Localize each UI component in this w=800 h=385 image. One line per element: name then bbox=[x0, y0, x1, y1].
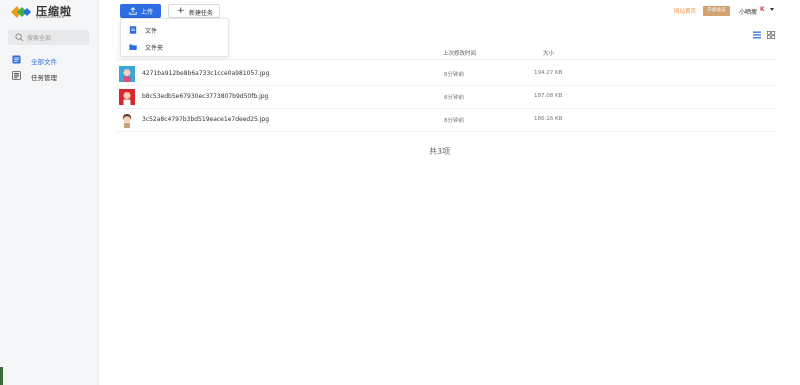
file-name: 3c52a8c4797b3bd519eace1e7deed25.jpg bbox=[142, 116, 270, 123]
file-size: 187.08 KB bbox=[534, 93, 563, 99]
table-row[interactable]: b8c53edb5e67930ec3773807b9d50fb.jpg 8分钟前… bbox=[116, 86, 776, 109]
file-size: 194.27 KB bbox=[534, 70, 563, 76]
sidebar-item-tasks[interactable]: 任务管理 bbox=[0, 68, 98, 84]
file-list-icon bbox=[12, 55, 21, 64]
logo-domain: yasuola.com bbox=[36, 15, 65, 20]
file-modified: 8分钟前 bbox=[444, 72, 464, 78]
plus-icon: + bbox=[177, 6, 185, 16]
window-edge bbox=[0, 367, 3, 385]
file-modified: 8分钟前 bbox=[444, 118, 464, 124]
new-task-button[interactable]: + 新建任务 bbox=[168, 4, 220, 18]
file-name: 4271ba912be8b6a733c1cce0a981057.jpg bbox=[142, 70, 270, 77]
chevron-down-icon[interactable] bbox=[770, 8, 774, 11]
image-thumbnail bbox=[119, 89, 135, 105]
column-size[interactable]: 大小 bbox=[543, 49, 554, 57]
total-count: 共3项 bbox=[429, 147, 451, 156]
new-task-label: 新建任务 bbox=[189, 10, 214, 17]
image-thumbnail bbox=[119, 66, 135, 82]
grid-view-icon[interactable] bbox=[767, 31, 775, 39]
list-view-icon[interactable] bbox=[753, 31, 761, 39]
logo-icon bbox=[11, 6, 31, 18]
menu-item-label: 文件 bbox=[145, 28, 158, 35]
column-modified[interactable]: 上次修改时间 bbox=[443, 49, 476, 57]
upload-icon bbox=[129, 7, 137, 15]
menu-item-label: 文件夹 bbox=[145, 45, 164, 52]
file-modified: 8分钟前 bbox=[444, 95, 464, 101]
logo[interactable]: 压缩啦 yasuola.com bbox=[11, 4, 91, 22]
sidebar: 压缩啦 yasuola.com 搜索全部 全部文件 任务管理 bbox=[0, 0, 99, 385]
user-badge: K bbox=[760, 6, 765, 13]
task-icon bbox=[12, 71, 21, 80]
image-thumbnail bbox=[119, 112, 135, 128]
search-icon bbox=[15, 33, 24, 42]
file-icon bbox=[129, 26, 137, 34]
upload-label: 上传 bbox=[141, 9, 154, 16]
sidebar-item-label: 全部文件 bbox=[31, 58, 57, 66]
upload-button[interactable]: 上传 bbox=[120, 4, 161, 18]
user-name[interactable]: 小晒瘦 bbox=[739, 7, 757, 16]
file-name: b8c53edb5e67930ec3773807b9d50fb.jpg bbox=[142, 93, 269, 100]
menu-item-file[interactable]: 文件 bbox=[121, 22, 228, 38]
folder-icon bbox=[129, 44, 137, 50]
menu-item-folder[interactable]: 文件夹 bbox=[121, 39, 228, 55]
upload-menu: 文件 文件夹 bbox=[120, 18, 229, 57]
upgrade-vip-button[interactable]: 升级会员 bbox=[703, 6, 730, 16]
sidebar-item-label: 任务管理 bbox=[31, 74, 57, 82]
table-row[interactable]: 3c52a8c4797b3bd519eace1e7deed25.jpg 8分钟前… bbox=[116, 109, 776, 132]
table-row[interactable]: 4271ba912be8b6a733c1cce0a981057.jpg 8分钟前… bbox=[116, 63, 776, 86]
site-home-link[interactable]: 网站首页 bbox=[674, 7, 696, 15]
sidebar-item-all-files[interactable]: 全部文件 bbox=[0, 52, 98, 68]
file-size: 186.16 KB bbox=[534, 116, 563, 122]
search-placeholder: 搜索全部 bbox=[27, 35, 52, 42]
search-input[interactable]: 搜索全部 bbox=[8, 30, 89, 45]
